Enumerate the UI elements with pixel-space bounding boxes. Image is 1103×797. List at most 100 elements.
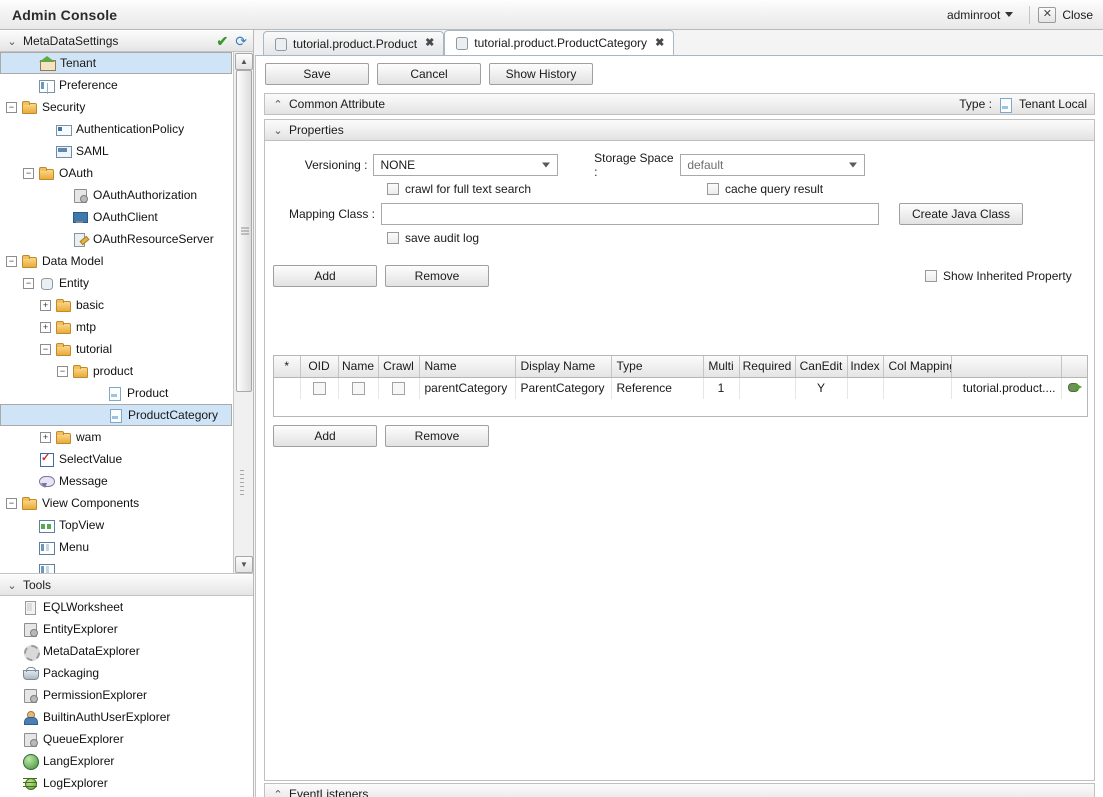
- tree-item-productcategory[interactable]: ProductCategory: [0, 404, 232, 426]
- versioning-select[interactable]: NONE: [373, 154, 559, 176]
- check-icon[interactable]: ✔: [217, 34, 229, 48]
- tree-item-saml[interactable]: SAML: [0, 140, 232, 162]
- collapse-icon[interactable]: −: [6, 255, 17, 267]
- tree-item-basic[interactable]: + basic: [0, 294, 232, 316]
- table-header-cell[interactable]: Multi: [703, 356, 740, 378]
- event-listeners-section-header[interactable]: ⌃ EventListeners: [264, 783, 1095, 797]
- cache-query-result-checkbox[interactable]: [707, 183, 719, 195]
- document-icon: [106, 385, 122, 401]
- tree-item-oauth[interactable]: − OAuth: [0, 162, 232, 184]
- save-audit-log-checkbox[interactable]: [387, 232, 399, 244]
- tool-item-permissionexplorer[interactable]: PermissionExplorer: [0, 684, 253, 706]
- table-row[interactable]: parentCategory ParentCategory Reference 1 Yt…: [274, 377, 1087, 399]
- table-header-cell[interactable]: *: [274, 356, 301, 378]
- tree-item-entity[interactable]: − Entity: [0, 272, 232, 294]
- tab-close-icon[interactable]: ✖: [655, 37, 664, 49]
- tree-item-topview[interactable]: TopView: [0, 514, 232, 536]
- expand-icon[interactable]: +: [40, 299, 51, 311]
- tree-item-tenant[interactable]: Tenant: [0, 52, 232, 74]
- common-attribute-section-header[interactable]: ⌃ Common Attribute Type : Tenant Local: [264, 93, 1095, 115]
- remove-property-button-top[interactable]: Remove: [385, 265, 489, 287]
- tool-item-eqlworksheet[interactable]: EQLWorksheet: [0, 596, 253, 618]
- tree-item-message[interactable]: Message: [0, 470, 232, 492]
- collapse-icon[interactable]: −: [6, 101, 17, 113]
- save-button[interactable]: Save: [265, 62, 369, 85]
- add-property-button-top[interactable]: Add: [273, 265, 377, 287]
- table-header-cell[interactable]: Name: [419, 356, 516, 378]
- scroll-up-button[interactable]: ▲: [235, 53, 253, 70]
- tool-item-entityexplorer[interactable]: EntityExplorer: [0, 618, 253, 640]
- close-button[interactable]: ✕ Close: [1038, 6, 1093, 23]
- collapse-icon[interactable]: −: [23, 277, 34, 289]
- tree-item-view-components[interactable]: − View Components: [0, 492, 232, 514]
- tree-item-partial[interactable]: [0, 558, 232, 573]
- go-reference-icon[interactable]: [1067, 380, 1083, 393]
- collapse-icon[interactable]: −: [57, 365, 68, 377]
- tool-item-builtinauthuserexplorer[interactable]: BuiltinAuthUserExplorer: [0, 706, 253, 728]
- table-header-cell[interactable]: Display Name: [515, 356, 612, 378]
- collapse-icon[interactable]: −: [6, 497, 17, 509]
- storage-space-select[interactable]: default: [680, 154, 865, 176]
- refresh-icon[interactable]: ⟳: [235, 34, 247, 48]
- collapse-icon[interactable]: −: [23, 167, 34, 179]
- tree-item-menu[interactable]: Menu: [0, 536, 232, 558]
- table-header-cell[interactable]: [951, 356, 1062, 378]
- tree-item-authenticationpolicy[interactable]: AuthenticationPolicy: [0, 118, 232, 140]
- scroll-down-button[interactable]: ▼: [235, 556, 253, 573]
- name-checkbox[interactable]: [351, 382, 365, 396]
- tab-close-icon[interactable]: ✖: [425, 38, 434, 49]
- tree-item-preference[interactable]: Preference: [0, 74, 232, 96]
- table-header-cell[interactable]: CanEdit: [795, 356, 848, 378]
- user-menu[interactable]: adminroot: [939, 8, 1021, 22]
- create-java-class-button[interactable]: Create Java Class: [899, 203, 1024, 225]
- table-header-cell[interactable]: Required: [739, 356, 796, 378]
- show-inherited-property-checkbox[interactable]: [925, 270, 937, 282]
- tree-item-data-model[interactable]: − Data Model: [0, 250, 232, 272]
- tree-item-tutorial[interactable]: − tutorial: [0, 338, 232, 360]
- properties-section-header[interactable]: ⌄ Properties: [264, 119, 1095, 141]
- expand-icon[interactable]: +: [40, 431, 51, 443]
- collapse-icon[interactable]: −: [40, 343, 51, 355]
- sidebar-section-metadatasettings[interactable]: ⌄ MetaDataSettings ✔ ⟳: [0, 30, 253, 52]
- table-header-cell[interactable]: Type: [611, 356, 704, 378]
- scroll-thumb[interactable]: [236, 70, 252, 392]
- tree-item-oauthresourceserver[interactable]: OAuthResourceServer: [0, 228, 232, 250]
- tool-item-metadataexplorer[interactable]: MetaDataExplorer: [0, 640, 253, 662]
- remove-property-button-bottom[interactable]: Remove: [385, 425, 489, 447]
- show-history-button[interactable]: Show History: [489, 62, 593, 85]
- tree-item-product[interactable]: Product: [0, 382, 232, 404]
- tool-item-langexplorer[interactable]: LangExplorer: [0, 750, 253, 772]
- sidebar-section-tools[interactable]: ⌄ Tools: [0, 574, 253, 596]
- cancel-button[interactable]: Cancel: [377, 62, 481, 85]
- splitter-grip-icon[interactable]: [240, 470, 244, 496]
- table-header-cell[interactable]: [1061, 356, 1087, 378]
- tree-item-selectvalue[interactable]: SelectValue: [0, 448, 232, 470]
- permission-explorer-icon: [22, 687, 38, 703]
- add-property-button-bottom[interactable]: Add: [273, 425, 377, 447]
- tree-item-oauthauthorization[interactable]: OAuthAuthorization: [0, 184, 232, 206]
- tool-item-queueexplorer[interactable]: QueueExplorer: [0, 728, 253, 750]
- tree-item-wam[interactable]: + wam: [0, 426, 232, 448]
- tree-item-label: wam: [76, 430, 102, 444]
- table-header-cell[interactable]: Crawl: [378, 356, 420, 378]
- mapping-class-input[interactable]: [381, 203, 879, 225]
- tool-item-logexplorer[interactable]: LogExplorer: [0, 772, 253, 794]
- tree-item-product[interactable]: − product: [0, 360, 232, 382]
- table-header-cell[interactable]: Index: [847, 356, 884, 378]
- crawl-full-text-checkbox[interactable]: [387, 183, 399, 195]
- table-header-cell[interactable]: Name: [338, 356, 379, 378]
- tool-item-packaging[interactable]: Packaging: [0, 662, 253, 684]
- oid-checkbox[interactable]: [312, 382, 326, 396]
- crawl-checkbox[interactable]: [392, 382, 405, 396]
- expand-icon[interactable]: +: [40, 321, 51, 333]
- tab-1[interactable]: tutorial.product.Product ✖: [263, 31, 445, 55]
- tree-item-label: Menu: [59, 540, 90, 554]
- tab-2[interactable]: tutorial.product.ProductCategory ✖: [444, 30, 675, 55]
- tree-item-mtp[interactable]: + mtp: [0, 316, 232, 338]
- basket-icon: [22, 665, 39, 681]
- tree-item-oauthclient[interactable]: OAuthClient: [0, 206, 232, 228]
- table-header-cell[interactable]: OID: [300, 356, 339, 378]
- table-header-cell[interactable]: Col Mapping: [883, 356, 952, 378]
- tree-item-security[interactable]: − Security: [0, 96, 232, 118]
